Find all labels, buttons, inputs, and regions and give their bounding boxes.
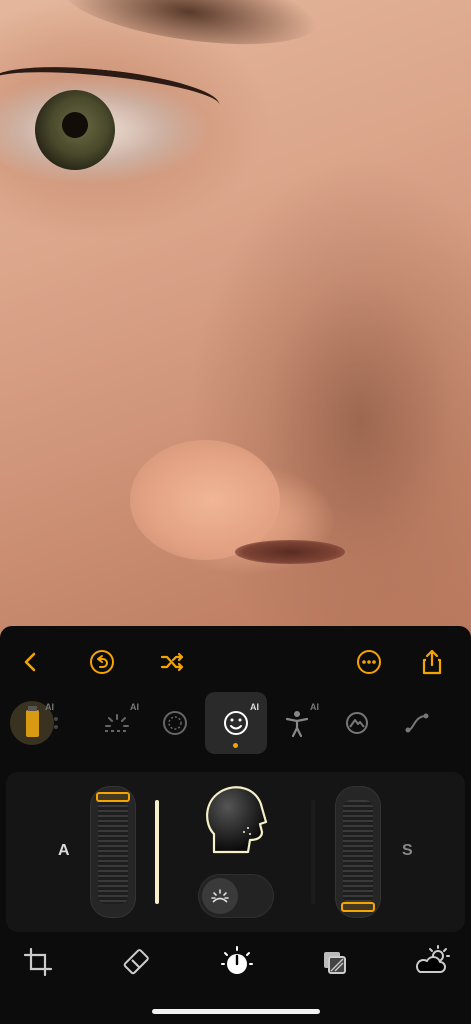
share-button[interactable] <box>410 640 454 684</box>
slider-ridges <box>98 800 128 904</box>
layers-icon <box>324 952 346 974</box>
chevron-left-icon <box>24 652 36 672</box>
tool-light[interactable]: AI <box>87 692 147 754</box>
tab-eraser[interactable] <box>116 940 160 984</box>
tool-film[interactable]: AI <box>2 692 62 754</box>
bottom-tab-bar <box>0 940 471 990</box>
face-icon <box>224 711 248 735</box>
tool-curves[interactable] <box>387 692 447 754</box>
head-profile-icon <box>206 786 268 854</box>
shuffle-icon <box>160 652 184 672</box>
tool-strip: AI AI AI AI <box>0 692 471 754</box>
undo-button[interactable] <box>80 640 124 684</box>
eraser-icon <box>123 949 149 975</box>
eyebrow <box>56 0 324 58</box>
right-slider-handle[interactable] <box>341 902 375 912</box>
slider-ridges <box>343 800 373 904</box>
more-circle-icon <box>357 650 381 674</box>
top-toolbar <box>0 640 471 684</box>
active-indicator <box>233 743 238 748</box>
nostril <box>235 540 345 564</box>
ai-badge: AI <box>250 702 259 712</box>
right-slider[interactable] <box>335 786 381 918</box>
tool-dotted[interactable] <box>145 692 205 754</box>
tab-weather[interactable] <box>410 940 454 984</box>
ai-badge: AI <box>45 702 54 712</box>
left-slider[interactable] <box>90 786 136 918</box>
left-slider-handle[interactable] <box>96 792 130 802</box>
tab-layers[interactable] <box>312 940 356 984</box>
shuffle-button[interactable] <box>150 640 194 684</box>
curve-icon <box>405 713 429 733</box>
weather-icon <box>415 945 450 973</box>
left-level-line <box>155 800 159 904</box>
left-slider-label: A <box>58 842 70 859</box>
right-slider-label: S <box>402 842 413 859</box>
toggle-knob[interactable] <box>202 878 238 914</box>
tool-landscape[interactable] <box>327 692 387 754</box>
right-level-line <box>311 800 315 904</box>
sunrise-icon <box>211 889 229 903</box>
tab-crop[interactable] <box>16 940 60 984</box>
home-indicator[interactable] <box>152 1009 320 1014</box>
tool-body[interactable]: AI <box>267 692 327 754</box>
dotted-circle-icon <box>163 711 187 735</box>
adjust-dial-icon <box>221 946 253 974</box>
pupil <box>62 112 88 138</box>
tab-adjust[interactable] <box>215 940 259 984</box>
undo-circle-icon <box>90 650 114 674</box>
tool-face[interactable]: AI <box>205 692 267 754</box>
lighting-toggle[interactable] <box>198 874 274 918</box>
more-button[interactable] <box>347 640 391 684</box>
share-icon <box>422 649 442 675</box>
photo-canvas[interactable] <box>0 0 471 640</box>
crop-icon <box>23 947 53 977</box>
ai-badge: AI <box>130 702 139 712</box>
mountain-icon <box>346 712 368 734</box>
back-button[interactable] <box>9 640 53 684</box>
ai-badge: AI <box>310 702 319 712</box>
body-icon <box>285 711 309 738</box>
